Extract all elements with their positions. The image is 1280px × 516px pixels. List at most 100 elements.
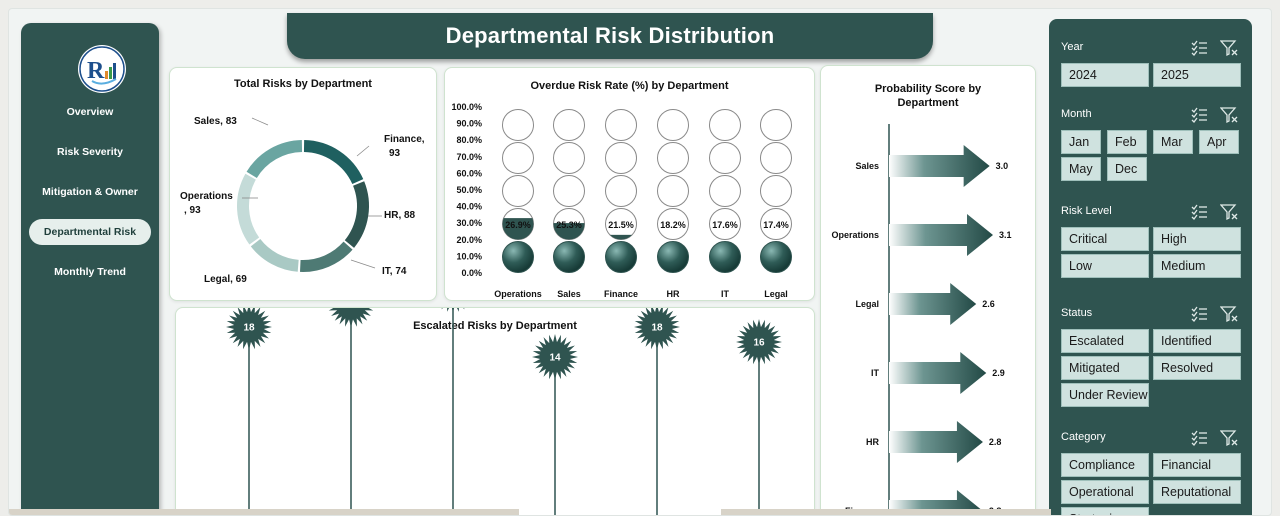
category-filter-label: Category <box>1061 431 1106 443</box>
risk-level-option-high[interactable]: High <box>1153 227 1241 251</box>
donut-slice-legal <box>250 238 299 272</box>
multi-select-icon[interactable] <box>1190 106 1208 124</box>
nav-item-mitigation-owner[interactable]: Mitigation & Owner <box>29 179 151 205</box>
risk-level-option-low[interactable]: Low <box>1061 254 1149 278</box>
clear-filter-icon[interactable] <box>1220 106 1238 124</box>
overdue-ring <box>709 142 741 174</box>
escalated-value-label: 18 <box>651 323 663 334</box>
overdue-ring <box>553 142 585 174</box>
x-category-label: IT <box>721 289 730 299</box>
year-option-2025[interactable]: 2025 <box>1153 63 1241 87</box>
donut-leader-line <box>350 259 376 269</box>
y-tick-label: 60.0% <box>456 168 482 178</box>
overdue-ring <box>657 142 689 174</box>
probability-value-label: 2.9 <box>992 368 1005 378</box>
month-option-dec[interactable]: Dec <box>1107 157 1147 181</box>
donut-label: , 93 <box>184 205 201 216</box>
page-title-banner: Departmental Risk Distribution <box>287 13 933 59</box>
nav-item-overview[interactable]: Overview <box>29 99 151 125</box>
probability-category-label: IT <box>871 368 880 378</box>
probability-value-label: 3.1 <box>999 230 1012 240</box>
status-option-mitigated[interactable]: Mitigated <box>1061 356 1149 380</box>
nav-item-monthly-trend[interactable]: Monthly Trend <box>29 259 151 285</box>
overdue-value-label: 17.4% <box>763 220 789 230</box>
nav-item-risk-severity[interactable]: Risk Severity <box>29 139 151 165</box>
overdue-value-label: 17.6% <box>712 220 738 230</box>
overdue-ring <box>760 109 792 141</box>
clear-filter-icon[interactable] <box>1220 39 1238 57</box>
dashboard-canvas: R Overview Risk Severity Mitigation & Owne… <box>8 8 1272 516</box>
overdue-ring <box>502 142 534 174</box>
overdue-value-label: 21.5% <box>608 220 634 230</box>
month-option-mar[interactable]: Mar <box>1153 130 1193 154</box>
nav-item-departmental-risk[interactable]: Departmental Risk <box>29 219 151 245</box>
multi-select-icon[interactable] <box>1190 203 1208 221</box>
status-option-identified[interactable]: Identified <box>1153 329 1241 353</box>
status-option-resolved[interactable]: Resolved <box>1153 356 1241 380</box>
overdue-rate-card: Overdue Risk Rate (%) by Department 100.… <box>444 67 815 301</box>
overdue-ring <box>553 109 585 141</box>
probability-score-chart: Sales3.0Operations3.1Legal2.6IT2.9HR2.8F… <box>831 124 1012 515</box>
overdue-ring <box>605 175 637 207</box>
overdue-ball <box>709 241 741 273</box>
x-category-label: Legal <box>764 289 788 299</box>
clear-filter-icon[interactable] <box>1220 429 1238 447</box>
month-option-jan[interactable]: Jan <box>1061 130 1101 154</box>
escalated-value-label: 18 <box>243 323 255 334</box>
donut-leader-line <box>251 117 269 126</box>
donut-label: 93 <box>389 148 401 159</box>
clear-filter-icon[interactable] <box>1220 305 1238 323</box>
overdue-ring <box>760 175 792 207</box>
donut-label: Legal, 69 <box>204 274 247 285</box>
month-option-feb[interactable]: Feb <box>1107 130 1147 154</box>
probability-category-label: Sales <box>855 161 879 171</box>
year-option-2024[interactable]: 2024 <box>1061 63 1149 87</box>
probability-value-label: 3.0 <box>996 161 1009 171</box>
status-option-escalated[interactable]: Escalated <box>1061 329 1149 353</box>
category-option-financial[interactable]: Financial <box>1153 453 1241 477</box>
escalated-risks-chart: 182123141816 <box>226 308 782 515</box>
overdue-value-label: 18.2% <box>660 220 686 230</box>
x-category-label: Operations <box>494 289 542 299</box>
donut-label: Finance, <box>384 134 425 145</box>
probability-category-label: Operations <box>831 230 879 240</box>
escalated-risks-card: Escalated Risks by Department 1821231418… <box>175 307 815 515</box>
overdue-ring <box>553 175 585 207</box>
overdue-value-label: 25.3% <box>556 220 582 230</box>
probability-arrow <box>889 352 987 394</box>
x-category-label: HR <box>667 289 680 299</box>
category-option-operational[interactable]: Operational <box>1061 480 1149 504</box>
multi-select-icon[interactable] <box>1190 429 1208 447</box>
month-filter-label: Month <box>1061 108 1092 120</box>
donut-slice-sales <box>246 140 303 179</box>
category-option-strategic[interactable]: Strategic <box>1061 507 1149 515</box>
status-option-under-review[interactable]: Under Review <box>1061 383 1149 407</box>
overdue-ring <box>605 109 637 141</box>
month-option-apr[interactable]: Apr <box>1199 130 1239 154</box>
probability-value-label: 2.8 <box>989 437 1002 447</box>
overdue-ball <box>502 241 534 273</box>
multi-select-icon[interactable] <box>1190 305 1208 323</box>
escalated-value-label: 14 <box>549 353 561 364</box>
risk-level-filter-label: Risk Level <box>1061 205 1112 217</box>
clear-filter-icon[interactable] <box>1220 203 1238 221</box>
risk-level-option-medium[interactable]: Medium <box>1153 254 1241 278</box>
page-title: Departmental Risk Distribution <box>445 23 775 48</box>
overdue-ring <box>657 109 689 141</box>
multi-select-icon[interactable] <box>1190 39 1208 57</box>
month-option-may[interactable]: May <box>1061 157 1101 181</box>
brand-logo: R <box>78 45 126 93</box>
overdue-ring <box>502 109 534 141</box>
probability-arrow <box>889 145 990 187</box>
overdue-ring <box>605 142 637 174</box>
probability-arrow <box>889 421 983 463</box>
probability-category-label: HR <box>866 437 879 447</box>
category-option-reputational[interactable]: Reputational <box>1153 480 1241 504</box>
bottom-bar-right <box>721 509 1051 515</box>
y-tick-label: 10.0% <box>456 251 482 261</box>
overdue-ball <box>657 241 689 273</box>
overdue-ball <box>760 241 792 273</box>
category-option-compliance[interactable]: Compliance <box>1061 453 1149 477</box>
y-tick-label: 50.0% <box>456 185 482 195</box>
risk-level-option-critical[interactable]: Critical <box>1061 227 1149 251</box>
